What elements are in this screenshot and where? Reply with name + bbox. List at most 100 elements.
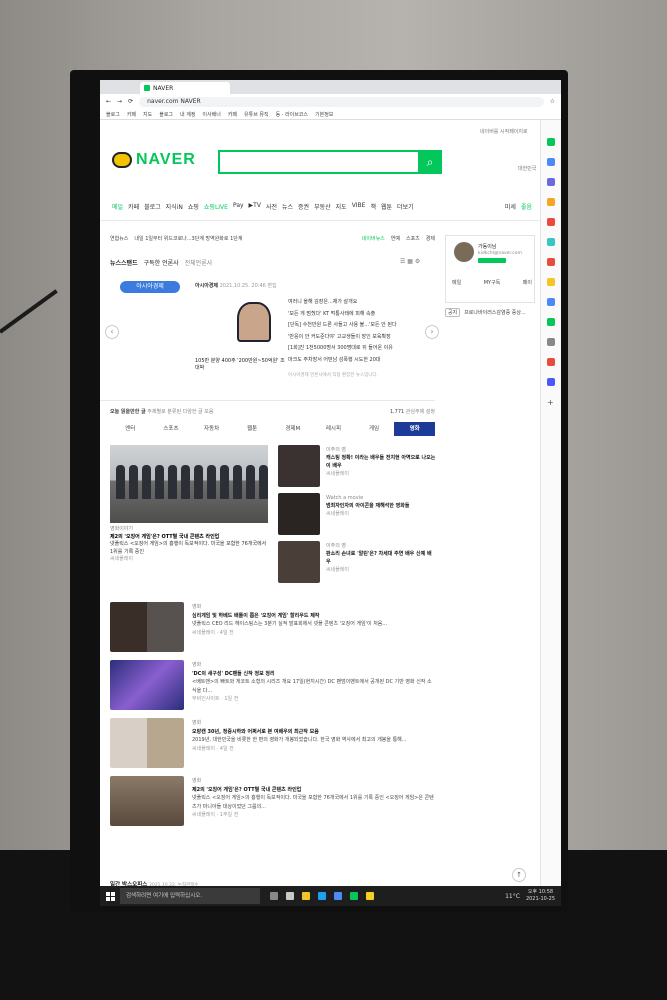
reload-icon[interactable]: ⟳	[128, 98, 133, 105]
side-app-icon[interactable]	[547, 378, 555, 386]
browser-tab[interactable]: NAVER	[140, 82, 230, 94]
headline-item[interactable]: [1회]진 1천5000명서 300명대로 뒤 들어온 이유	[288, 343, 428, 355]
back-icon[interactable]: ←	[106, 98, 111, 105]
prev-arrow-icon[interactable]: ‹	[105, 325, 119, 339]
headline-item[interactable]: '반응이 안 커도준다야' 고교생들이 장인 보육확장	[288, 332, 428, 344]
side-app-icon[interactable]	[547, 178, 555, 186]
list-title[interactable]: 오랑캔 30년, 정중시하와 어쩌서로 본 여배우의 최근작 모음	[192, 728, 435, 737]
profile-name[interactable]: 가동이님	[478, 243, 496, 250]
profile-menu-mail[interactable]: 메일	[452, 279, 461, 286]
whale-browser-icon[interactable]	[350, 892, 358, 900]
avatar[interactable]	[454, 242, 474, 262]
news-thumbnail[interactable]	[195, 297, 279, 354]
side-article[interactable]: 이주의 영 판소리 손녀로 '알린'은? 차세대 주연 배우 신예 배우 씨네플…	[278, 541, 438, 585]
side-article-title[interactable]: 범죄자인자의 아이콘을 재해석한 영화들	[326, 502, 436, 510]
news-link-naver[interactable]: 네이버뉴스	[362, 235, 385, 242]
scroll-top-button[interactable]: ↑	[512, 868, 526, 882]
side-app-icon[interactable]	[547, 198, 555, 206]
news-link-entertain[interactable]: 연예	[391, 235, 400, 242]
view-toggle-icons[interactable]: ☰ ▦ ⚙	[400, 258, 420, 265]
featured-photo[interactable]	[110, 445, 268, 523]
news-source[interactable]: 연합뉴스	[110, 235, 128, 242]
tab-sports[interactable]: 스포츠	[151, 422, 192, 436]
side-add-icon[interactable]: +	[547, 398, 554, 407]
newsstand-label[interactable]: 뉴스스탠드	[110, 258, 138, 267]
taskbar-search-input[interactable]: 검색하려면 여기에 입력하십시오.	[120, 888, 260, 904]
side-app-icon[interactable]	[547, 298, 555, 306]
forward-icon[interactable]: →	[117, 98, 122, 105]
side-app-icon[interactable]	[547, 138, 555, 146]
side-article-title[interactable]: 판소리 손녀로 '알린'은? 차세대 주연 배우 신예 배우	[326, 550, 436, 566]
side-app-icon[interactable]	[547, 238, 555, 246]
search-button[interactable]: ⌕	[418, 150, 442, 174]
service-news[interactable]: 뉴스	[282, 202, 293, 214]
bookmark-item[interactable]: 지도	[143, 111, 152, 118]
service-book[interactable]: 책	[370, 202, 376, 214]
list-item[interactable]: 영화 오랑캔 30년, 정중시하와 어쩌서로 본 여배우의 최근작 모음 201…	[110, 718, 435, 770]
tab-recipe[interactable]: 레시피	[313, 422, 354, 436]
windows-start-button[interactable]	[100, 886, 120, 906]
side-app-icon[interactable]	[547, 318, 555, 326]
tab-movie[interactable]: 영화	[394, 422, 435, 436]
list-title[interactable]: 심리게임 및 하베드 배틀이 쫌은 '오징어 게임' 할리우드 제작	[192, 612, 435, 621]
bookmark-item[interactable]: 내 계정	[180, 111, 195, 118]
address-input[interactable]: naver.com NAVER	[139, 96, 544, 107]
tab-webtoon[interactable]: 웹툰	[232, 422, 273, 436]
file-explorer-icon[interactable]	[286, 892, 294, 900]
news-link-sports[interactable]: 스포츠	[406, 235, 420, 242]
side-app-icon[interactable]	[547, 278, 555, 286]
service-vibe[interactable]: VIBE	[352, 202, 366, 214]
newsstand-subscribed[interactable]: 구독한 언론사	[144, 258, 179, 267]
side-article[interactable]: 이주의 영 캐스팅 정확! 이라는 배우들 전지현 아역으로 나오는 이 배우 …	[278, 445, 438, 489]
headline-item[interactable]: '모든 게 멈췄다' KT 먹통사태에 피해 속출	[288, 309, 428, 321]
tab-entertain[interactable]: 엔터	[110, 422, 151, 436]
bookmark-item[interactable]: 카페	[228, 111, 237, 118]
weather-tray[interactable]: 11°C	[505, 893, 520, 900]
service-stock[interactable]: 증권	[298, 202, 309, 214]
service-more[interactable]: 더보기	[397, 202, 414, 214]
featured-title[interactable]: 제2의 '오징어 게임'은? OTT별 국내 콘텐츠 라인업	[110, 534, 270, 542]
list-item[interactable]: 영화 심리게임 및 하베드 배틀이 쫌은 '오징어 게임' 할리우드 제작 넷플…	[110, 602, 435, 654]
today-setting[interactable]: 관심주제 설정	[406, 409, 435, 415]
service-mail[interactable]: 메일	[112, 202, 123, 214]
notice-text[interactable]: 프로나바이러스감염증 증상...	[464, 309, 526, 316]
bookmark-item[interactable]: 카페	[127, 111, 136, 118]
side-app-icon[interactable]	[547, 158, 555, 166]
bookmark-item[interactable]: 기본정보	[315, 111, 333, 118]
profile-menu-pay[interactable]: 페이	[523, 279, 532, 286]
thumbnail-caption[interactable]: 105만 분양 400주 '200만원~50억원' 조대박	[195, 358, 285, 372]
side-article[interactable]: Watch a movie 범죄자인자의 아이콘을 재해석한 영화들 씨네플레이	[278, 493, 438, 537]
news-link-economy[interactable]: 경제	[426, 235, 435, 242]
service-shopping[interactable]: 쇼핑	[188, 202, 199, 214]
side-article-title[interactable]: 캐스팅 정확! 이라는 배우들 전지현 아역으로 나오는 이 배우	[326, 454, 436, 470]
bookmark-item[interactable]: 유튜브 뮤직	[244, 111, 269, 118]
side-app-icon[interactable]	[547, 358, 555, 366]
side-app-icon[interactable]	[547, 338, 555, 346]
app-icon[interactable]	[334, 892, 342, 900]
folder-icon[interactable]	[302, 892, 310, 900]
bookmark-item[interactable]: 블로그	[159, 111, 173, 118]
tab-car[interactable]: 자동차	[191, 422, 232, 436]
service-kin[interactable]: 지식iN	[166, 202, 183, 214]
list-item[interactable]: 영화 'DC의 새구성' DC팬들 신작 정보 정리 <배트맨>의 빠트와 게코…	[110, 660, 435, 712]
star-icon[interactable]: ☆	[550, 98, 555, 105]
list-item[interactable]: 영화 제2의 '오징어 게임'은? OTT별 국내 콘텐츠 라인업 넷플릭스 <…	[110, 776, 435, 828]
service-webtoon[interactable]: 웹툰	[381, 202, 392, 214]
headline-item[interactable]: 여러니 올해 김장은...채가 살개요	[288, 297, 428, 309]
app-icon[interactable]	[318, 892, 326, 900]
service-map[interactable]: 지도	[336, 202, 347, 214]
service-pay[interactable]: Pay	[233, 202, 244, 214]
tab-game[interactable]: 게임	[354, 422, 395, 436]
service-dict[interactable]: 사전	[266, 202, 277, 214]
list-title[interactable]: 제2의 '오징어 게임'은? OTT별 국내 콘텐츠 라인업	[192, 786, 435, 795]
profile-menu-subscribe[interactable]: MY구독	[484, 279, 501, 286]
search-input[interactable]: ⌕	[218, 150, 442, 174]
service-cafe[interactable]: 카페	[128, 202, 139, 214]
service-realestate[interactable]: 부동산	[314, 202, 331, 214]
news-headline[interactable]: 내일 1일부터 위드코로나...3단계 방역완화로 1단계	[134, 235, 242, 242]
newsstand-all[interactable]: 전체언론사	[185, 258, 213, 267]
bookmark-item[interactable]: 블로그	[106, 111, 120, 118]
list-title[interactable]: 'DC의 새구성' DC팬들 신작 정보 정리	[192, 670, 435, 679]
top-link-start-page[interactable]: 네이버를 시작페이지로	[480, 128, 528, 135]
service-blog[interactable]: 블로그	[144, 202, 161, 214]
